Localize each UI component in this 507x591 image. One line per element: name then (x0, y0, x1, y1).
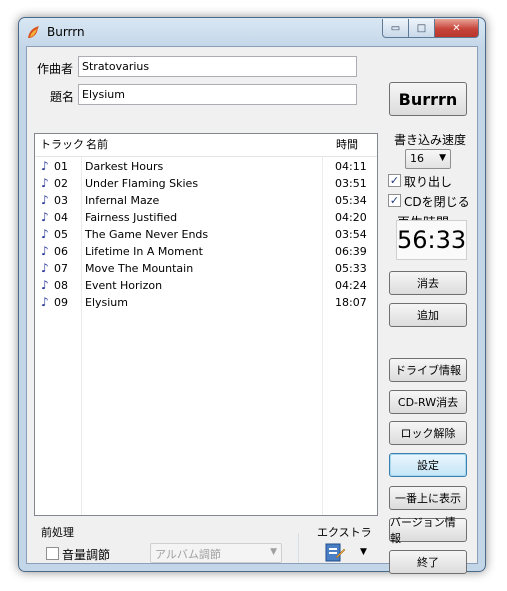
volume-checkbox[interactable] (46, 547, 59, 560)
track-row[interactable]: ♪ 04 Fairness Justified 04:20 (35, 209, 377, 226)
header-track[interactable]: トラック (35, 134, 84, 157)
delete-button[interactable]: 消去 (389, 271, 467, 295)
track-time: 04:24 (335, 279, 367, 292)
track-time: 05:33 (335, 262, 367, 275)
track-name: Darkest Hours (85, 160, 164, 173)
version-info-button[interactable]: バージョン情報 (389, 516, 467, 545)
track-name: Elysium (85, 296, 128, 309)
group-separator (298, 533, 299, 563)
maximize-button[interactable]: □ (409, 19, 435, 38)
eject-label: 取り出し (404, 175, 453, 189)
track-number: 04 (54, 211, 68, 224)
main-window: Burrrn ▭ □ ✕ 作曲者 題名 Burrrn トラック 名前 時間 ♪ 0… (18, 17, 486, 574)
music-note-icon: ♪ (41, 193, 49, 207)
drive-info-button[interactable]: ドライブ情報 (389, 358, 467, 382)
track-number: 01 (54, 160, 68, 173)
track-number: 02 (54, 177, 68, 190)
track-row[interactable]: ♪ 01 Darkest Hours 04:11 (35, 158, 377, 175)
track-time: 03:51 (335, 177, 367, 190)
client-area: 作曲者 題名 Burrrn トラック 名前 時間 ♪ 01 Darkest Hour… (26, 46, 478, 574)
write-speed-value: 16 (410, 152, 424, 165)
track-number: 03 (54, 194, 68, 207)
track-row[interactable]: ♪ 08 Event Horizon 04:24 (35, 277, 377, 294)
track-number: 05 (54, 228, 68, 241)
track-number: 08 (54, 279, 68, 292)
music-note-icon: ♪ (41, 176, 49, 190)
app-flame-icon (26, 24, 42, 40)
check-icon: ✓ (389, 194, 400, 207)
write-speed-select[interactable]: 16 ▼ (405, 149, 451, 169)
close-cd-checkbox[interactable]: ✓ (388, 194, 401, 207)
chevron-down-icon: ▼ (439, 153, 446, 163)
track-row[interactable]: ♪ 07 Move The Mountain 05:33 (35, 260, 377, 277)
burn-button[interactable]: Burrrn (389, 82, 467, 116)
close-cd-label: CDを閉じる (404, 195, 470, 209)
music-note-icon: ♪ (41, 159, 49, 173)
track-row[interactable]: ♪ 05 The Game Never Ends 03:54 (35, 226, 377, 243)
track-name: The Game Never Ends (85, 228, 209, 241)
composer-input[interactable] (78, 56, 357, 77)
close-button[interactable]: ✕ (435, 19, 479, 38)
track-name: Move The Mountain (85, 262, 194, 275)
music-note-icon: ♪ (41, 227, 49, 241)
exit-button[interactable]: 終了 (389, 550, 467, 574)
title-bar[interactable]: Burrrn ▭ □ ✕ (19, 18, 485, 46)
add-button[interactable]: 追加 (389, 303, 467, 327)
music-note-icon: ♪ (41, 278, 49, 292)
extra-tools-icon[interactable] (324, 541, 346, 563)
track-number: 06 (54, 245, 68, 258)
music-note-icon: ♪ (41, 295, 49, 309)
check-icon: ✓ (389, 174, 400, 187)
track-time: 04:11 (335, 160, 367, 173)
volume-label: 音量調節 (62, 548, 111, 562)
header-time[interactable]: 時間 (331, 134, 358, 157)
caption-buttons: ▭ □ ✕ (382, 19, 479, 38)
track-name: Infernal Maze (85, 194, 160, 207)
track-time: 03:54 (335, 228, 367, 241)
cdrw-erase-button[interactable]: CD-RW消去 (389, 390, 467, 414)
track-number: 09 (54, 296, 68, 309)
minimize-button[interactable]: ▭ (382, 19, 409, 38)
track-name: Under Flaming Skies (85, 177, 199, 190)
chevron-down-icon: ▼ (270, 547, 277, 557)
extra-group-label: エクストラ (317, 526, 372, 539)
track-time: 18:07 (335, 296, 367, 309)
header-name[interactable]: 名前 (81, 134, 108, 157)
volume-mode-value: アルバム調節 (155, 548, 221, 561)
title-input[interactable] (78, 84, 357, 105)
unlock-button[interactable]: ロック解除 (389, 421, 467, 445)
settings-button[interactable]: 設定 (389, 453, 467, 477)
track-name: Fairness Justified (85, 211, 178, 224)
composer-label: 作曲者 (37, 62, 74, 76)
title-label: 題名 (50, 90, 75, 104)
track-time: 06:39 (335, 245, 367, 258)
extra-dropdown-icon[interactable]: ▼ (360, 547, 367, 557)
track-number: 07 (54, 262, 68, 275)
track-time: 05:34 (335, 194, 367, 207)
volume-mode-select[interactable]: アルバム調節 ▼ (150, 543, 282, 563)
track-name: Event Horizon (85, 279, 163, 292)
track-row[interactable]: ♪ 02 Under Flaming Skies 03:51 (35, 175, 377, 192)
track-row[interactable]: ♪ 03 Infernal Maze 05:34 (35, 192, 377, 209)
always-on-top-button[interactable]: 一番上に表示 (389, 486, 467, 510)
track-time: 04:20 (335, 211, 367, 224)
write-speed-label: 書き込み速度 (394, 133, 467, 147)
window-title: Burrrn (47, 25, 85, 39)
music-note-icon: ♪ (41, 210, 49, 224)
track-name: Lifetime In A Moment (85, 245, 203, 258)
music-note-icon: ♪ (41, 261, 49, 275)
track-list[interactable]: トラック 名前 時間 ♪ 01 Darkest Hours 04:11 ♪ 02 Under… (34, 133, 378, 516)
eject-checkbox[interactable]: ✓ (388, 174, 401, 187)
music-note-icon: ♪ (41, 244, 49, 258)
track-row[interactable]: ♪ 06 Lifetime In A Moment 06:39 (35, 243, 377, 260)
playtime-display: 56:33 (396, 220, 467, 260)
preprocess-group-label: 前処理 (41, 526, 74, 539)
track-row[interactable]: ♪ 09 Elysium 18:07 (35, 294, 377, 311)
track-list-header: トラック 名前 時間 (35, 134, 377, 157)
